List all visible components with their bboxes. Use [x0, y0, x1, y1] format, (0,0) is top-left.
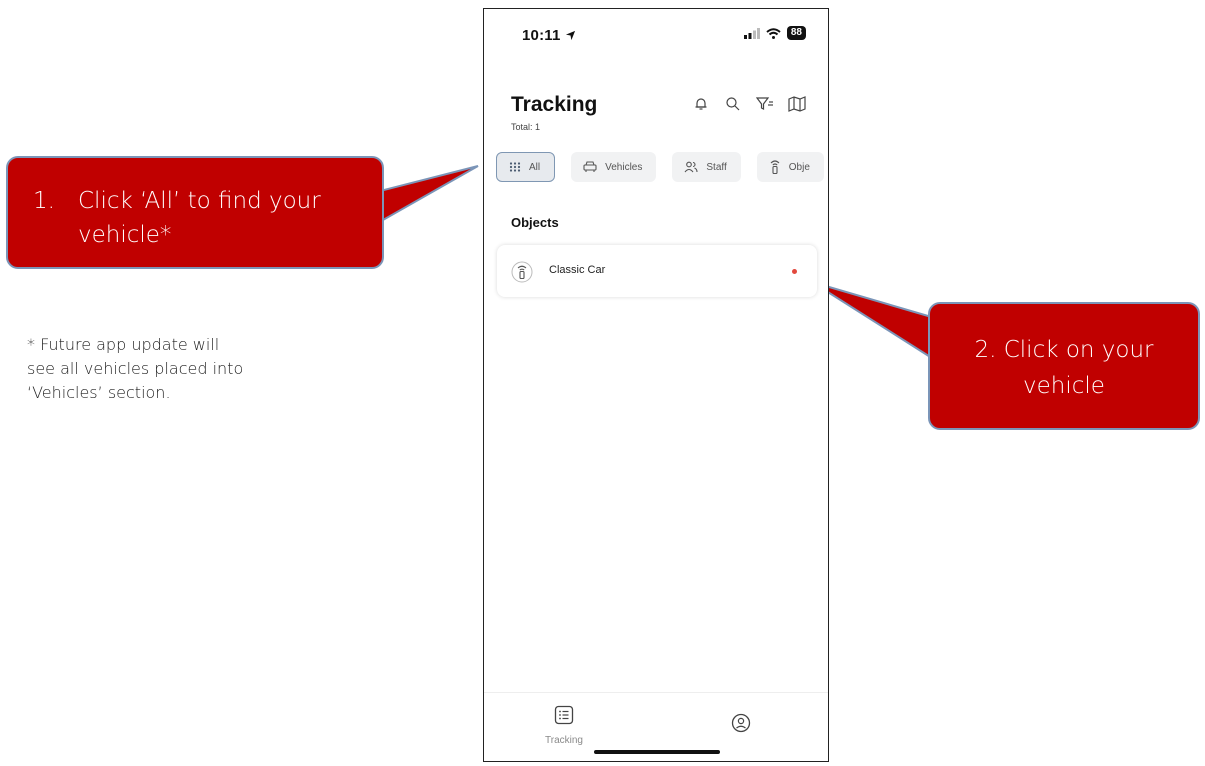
tab-tracking[interactable]: Tracking — [545, 705, 583, 746]
filter-chips: All Vehicles Staff Obje — [496, 152, 824, 182]
total-count: Total: 1 — [511, 122, 541, 132]
object-name: Classic Car — [549, 264, 606, 276]
signal-icon — [743, 27, 760, 39]
grid-icon — [509, 162, 521, 172]
status-dot — [792, 269, 797, 274]
list-icon — [554, 705, 574, 730]
object-row[interactable]: Classic Car — [497, 245, 817, 297]
profile-icon — [731, 713, 751, 738]
tab-profile[interactable] — [731, 713, 751, 738]
home-indicator — [594, 750, 720, 754]
header-actions — [692, 95, 806, 113]
filter-icon[interactable] — [756, 95, 774, 113]
status-time-text: 10:11 — [522, 27, 561, 44]
chip-vehicles-label: Vehicles — [605, 161, 643, 173]
battery-indicator: 88 — [786, 26, 806, 40]
callout-step-1-line1: Click ‘All’ to find your — [78, 188, 321, 214]
footnote: * Future app update will see all vehicle… — [27, 333, 327, 405]
status-icons: 88 — [743, 26, 806, 40]
chip-objects-label: Obje — [788, 161, 810, 173]
page-title: Tracking — [511, 93, 598, 116]
callout-step-2-line1: 2. Click on your — [974, 337, 1154, 363]
bell-icon[interactable] — [692, 95, 710, 113]
wifi-icon — [766, 27, 781, 39]
chip-vehicles[interactable]: Vehicles — [571, 152, 657, 182]
callout-step-2-line2: vehicle — [1023, 373, 1105, 399]
section-title: Objects — [511, 215, 559, 230]
status-time: 10:11 — [522, 27, 576, 44]
people-icon — [684, 161, 698, 173]
callout2-pointer — [811, 281, 936, 362]
callout1-pointer — [375, 165, 479, 226]
callout-step-2: 2. Click on your vehicle — [928, 302, 1200, 430]
status-bar: 10:11 88 — [484, 9, 828, 59]
map-icon[interactable] — [788, 95, 806, 113]
chip-all-label: All — [529, 161, 541, 173]
chip-objects[interactable]: Obje — [756, 152, 824, 182]
callout-step-1-number: 1. — [33, 188, 55, 214]
tracker-icon — [769, 159, 781, 175]
phone-screen: 10:11 88 Tracking Total: 1 All Vehicles … — [483, 8, 829, 762]
tracker-icon — [511, 261, 533, 288]
tab-tracking-label: Tracking — [545, 735, 583, 746]
search-icon[interactable] — [724, 95, 742, 113]
footnote-line3: ‘Vehicles’ section. — [27, 383, 171, 402]
chip-staff-label: Staff — [706, 161, 727, 173]
location-arrow-icon — [565, 30, 576, 41]
footnote-line2: see all vehicles placed into — [27, 359, 244, 378]
chip-all[interactable]: All — [496, 152, 556, 182]
car-icon — [583, 161, 597, 173]
callout-step-1-line2: vehicle* — [78, 222, 172, 248]
footnote-line1: * Future app update will — [27, 335, 220, 354]
callout-step-1: 1. Click ‘All’ to find your vehicle* — [6, 156, 384, 269]
chip-staff[interactable]: Staff — [672, 152, 741, 182]
